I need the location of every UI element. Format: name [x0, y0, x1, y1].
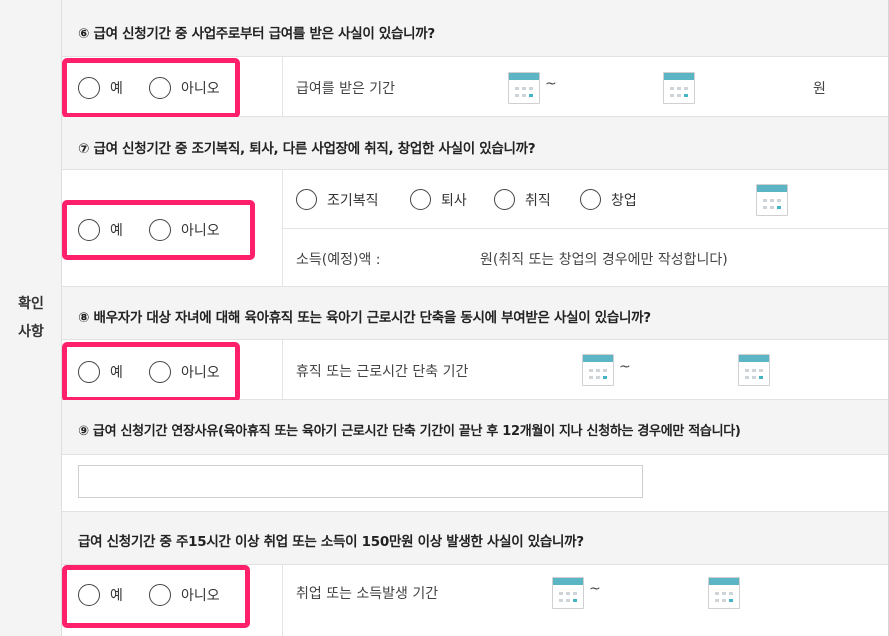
calendar-icon[interactable] [552, 577, 584, 609]
question-6-period-label: 급여를 받은 기간 [296, 81, 396, 97]
column-divider [282, 340, 283, 400]
extension-reason-input[interactable] [78, 465, 643, 498]
radio-no-label: 아니오 [181, 81, 220, 97]
period-separator: ~ [619, 359, 631, 375]
radio-no[interactable] [149, 219, 171, 241]
radio-yes-label: 예 [110, 81, 123, 97]
radio-startup[interactable] [580, 189, 601, 210]
radio-yes-label: 예 [110, 588, 123, 604]
type-option-employment[interactable]: 취직 [494, 189, 551, 210]
period-separator: ~ [545, 76, 557, 92]
type-option-resignation[interactable]: 퇴사 [410, 189, 467, 210]
question-10-yes-option[interactable]: 예 [78, 584, 123, 606]
radio-yes[interactable] [78, 77, 100, 99]
income-note: 원(취직 또는 창업의 경우에만 작성합니다) [480, 252, 728, 268]
column-divider [282, 565, 283, 636]
side-column: 확인 사항 [0, 0, 62, 636]
question-8-yes-option[interactable]: 예 [78, 361, 123, 383]
question-10-header: 급여 신청기간 중 주15시간 이상 취업 또는 소득이 150만원 이상 발생… [62, 512, 888, 565]
type-option-startup[interactable]: 창업 [580, 189, 637, 210]
radio-no-label: 아니오 [181, 588, 220, 604]
calendar-icon[interactable] [508, 72, 540, 104]
radio-yes[interactable] [78, 584, 100, 606]
radio-no[interactable] [149, 584, 171, 606]
radio-employment[interactable] [494, 189, 515, 210]
question-7-no-option[interactable]: 아니오 [149, 219, 220, 241]
radio-no[interactable] [149, 361, 171, 383]
type-label: 퇴사 [441, 192, 467, 209]
question-8-text: ⑧ 배우자가 대상 자녀에 대해 육아휴직 또는 육아기 근로시간 단축을 동시… [78, 310, 651, 326]
radio-yes[interactable] [78, 361, 100, 383]
calendar-icon[interactable] [663, 72, 695, 104]
question-10-no-option[interactable]: 아니오 [149, 584, 220, 606]
question-8-no-option[interactable]: 아니오 [149, 361, 220, 383]
question-10-period-label: 취업 또는 소득발생 기간 [296, 586, 439, 602]
question-9-text: ⑨ 급여 신청기간 연장사유(육아휴직 또는 육아기 근로시간 단축 기간이 끝… [78, 424, 741, 439]
question-6-text: ⑥ 급여 신청기간 중 사업주로부터 급여를 받은 사실이 있습니까? [78, 26, 435, 42]
type-option-early-return[interactable]: 조기복직 [296, 189, 379, 210]
radio-no-label: 아니오 [181, 223, 220, 239]
type-label: 취직 [525, 192, 551, 209]
calendar-icon[interactable] [756, 184, 788, 216]
question-8-header: ⑧ 배우자가 대상 자녀에 대해 육아휴직 또는 육아기 근로시간 단축을 동시… [62, 287, 888, 340]
question-9-header: ⑨ 급여 신청기간 연장사유(육아휴직 또는 육아기 근로시간 단축 기간이 끝… [62, 400, 888, 455]
calendar-icon[interactable] [708, 577, 740, 609]
radio-yes-label: 예 [110, 223, 123, 239]
side-label-line2: 사항 [18, 324, 44, 340]
radio-resignation[interactable] [410, 189, 431, 210]
income-label: 소득(예정)액 : [296, 252, 381, 268]
question-7-yes-option[interactable]: 예 [78, 219, 123, 241]
question-7-text: ⑦ 급여 신청기간 중 조기복직, 퇴사, 다른 사업장에 취직, 창업한 사실… [78, 141, 536, 157]
radio-yes[interactable] [78, 219, 100, 241]
question-6-yes-option[interactable]: 예 [78, 77, 123, 99]
question-8-period-label: 휴직 또는 근로시간 단축 기간 [296, 364, 469, 380]
question-6-unit: 원 [813, 81, 826, 97]
side-label-line1: 확인 [18, 296, 44, 312]
period-separator: ~ [589, 581, 601, 597]
radio-yes-label: 예 [110, 365, 123, 381]
question-6-no-option[interactable]: 아니오 [149, 77, 220, 99]
column-divider [282, 57, 283, 117]
side-label: 확인 사항 [0, 290, 62, 346]
radio-early-return[interactable] [296, 189, 317, 210]
calendar-icon[interactable] [738, 354, 770, 386]
radio-no-label: 아니오 [181, 365, 220, 381]
radio-no[interactable] [149, 77, 171, 99]
question-10-text: 급여 신청기간 중 주15시간 이상 취업 또는 소득이 150만원 이상 발생… [78, 534, 584, 550]
question-7-header: ⑦ 급여 신청기간 중 조기복직, 퇴사, 다른 사업장에 취직, 창업한 사실… [62, 117, 888, 170]
type-label: 창업 [611, 192, 637, 209]
question-6-header: ⑥ 급여 신청기간 중 사업주로부터 급여를 받은 사실이 있습니까? [62, 0, 888, 57]
row-divider [283, 228, 888, 229]
calendar-icon[interactable] [582, 354, 614, 386]
type-label: 조기복직 [327, 192, 379, 209]
confirmation-form: 확인 사항 ⑥ 급여 신청기간 중 사업주로부터 급여를 받은 사실이 있습니까… [0, 0, 889, 636]
